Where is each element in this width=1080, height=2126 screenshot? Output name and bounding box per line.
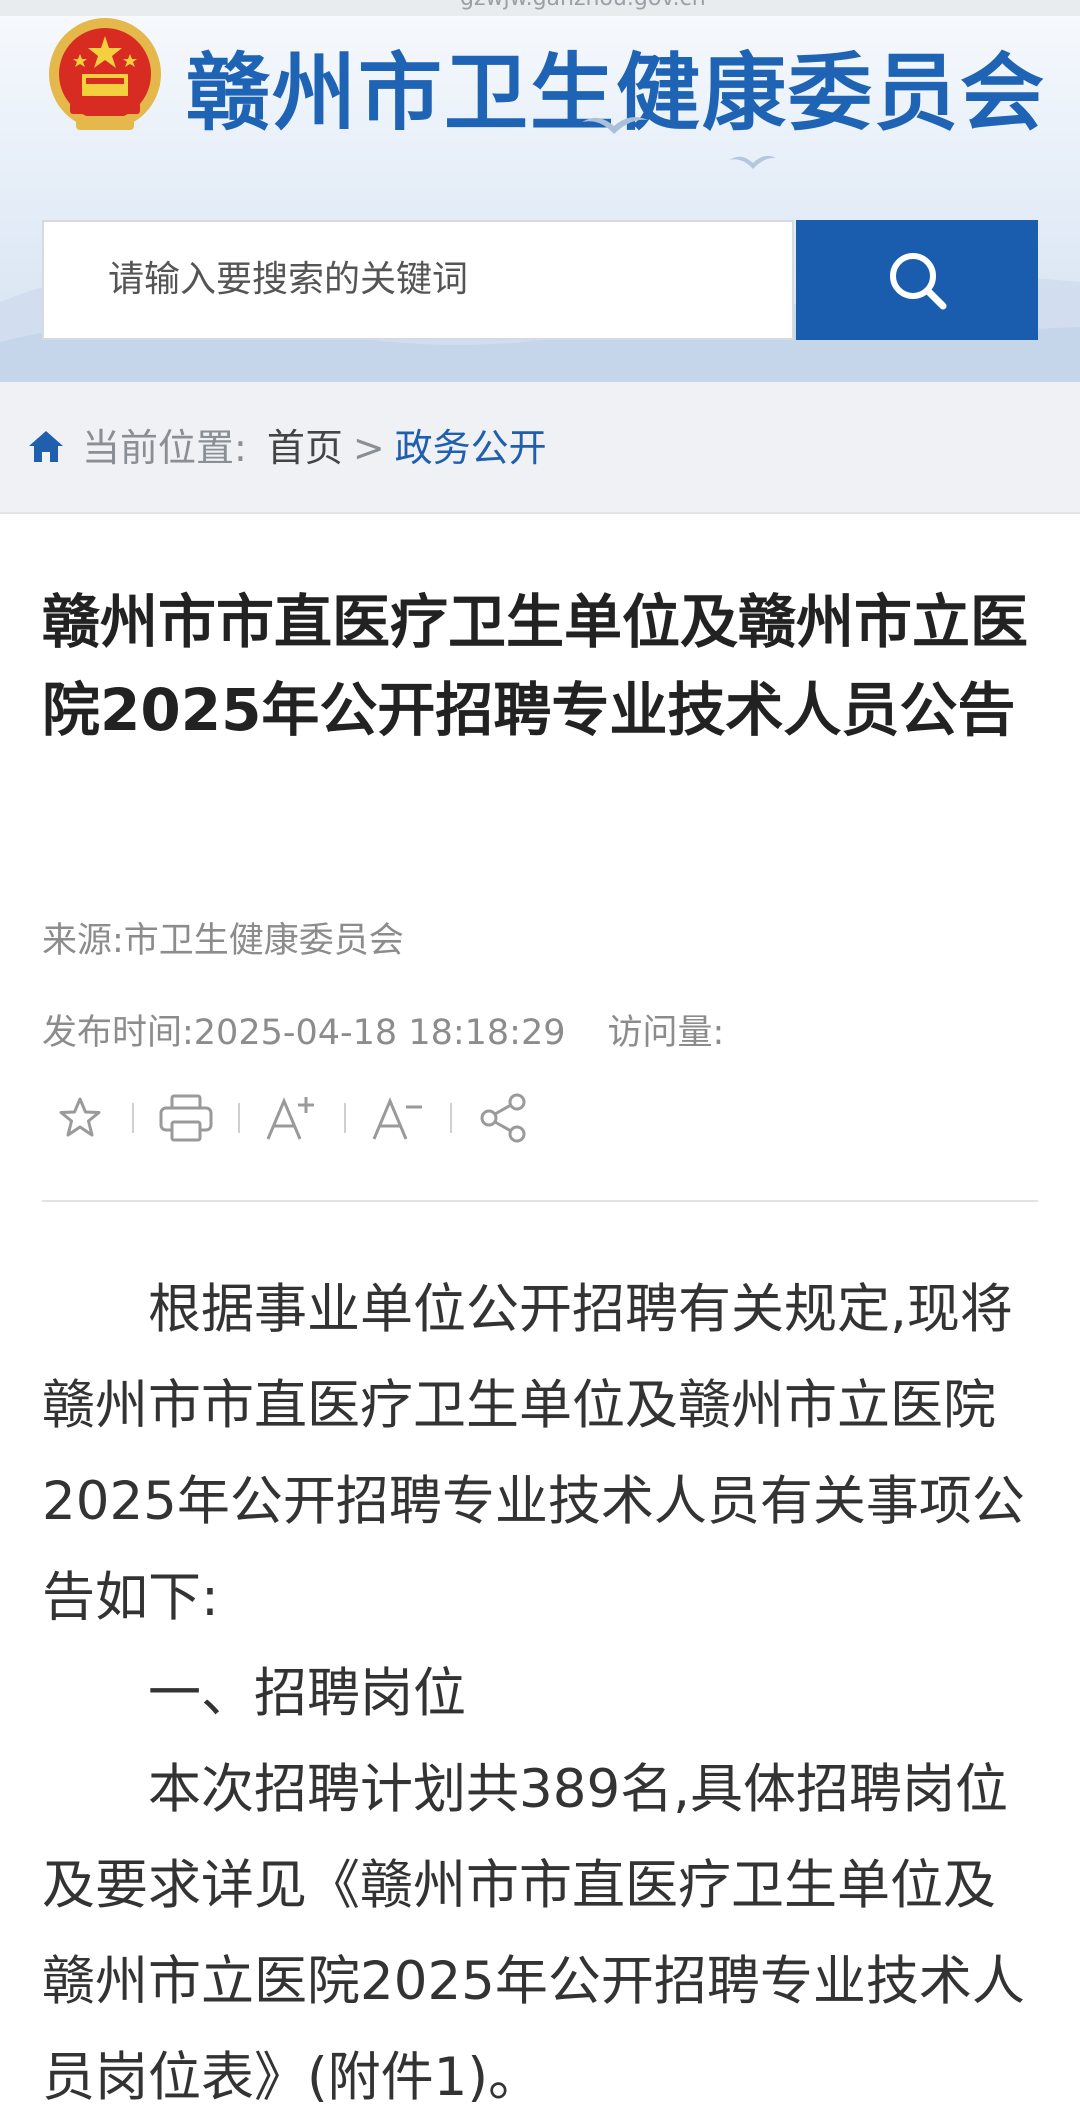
search-icon [890, 253, 947, 310]
national-emblem-icon [49, 18, 161, 130]
breadcrumb-home-link[interactable]: 首页 [267, 426, 343, 470]
article-paragraph: 根据事业单位公开招聘有关规定,现将赣州市市直医疗卫生单位及赣州市立医院2025年… [42, 1279, 1025, 1628]
article-title: 赣州市市直医疗卫生单位及赣州市立医院2025年公开招聘专业技术人员公告 [42, 588, 1029, 744]
search-input[interactable]: 请输入要搜索的关键词 [42, 220, 794, 340]
toolbar-divider [238, 1103, 240, 1133]
publish-time: 发布时间:2025-04-18 18:18:29 [42, 1013, 566, 1053]
search-button[interactable] [796, 220, 1038, 340]
article-section-heading: 一、招聘岗位 [148, 1663, 466, 1724]
visit-count-label: 访问量: [607, 1013, 725, 1053]
site-header: 赣州市卫生健康委员会 请输入要搜索的关键词 [0, 16, 1080, 382]
breadcrumb-current-link[interactable]: 政务公开 [395, 426, 547, 470]
article-source: 来源:市卫生健康委员会 [42, 921, 404, 961]
article-body: 根据事业单位公开招聘有关规定,现将赣州市市直医疗卫生单位及赣州市立医院2025年… [42, 1262, 1042, 2126]
content-divider [42, 1200, 1038, 1202]
toolbar-divider [344, 1103, 346, 1133]
share-icon [480, 1093, 526, 1143]
url-strip: gzwjw.ganzhou.gov.cn [0, 0, 1080, 16]
font-increase-button[interactable] [264, 1086, 320, 1150]
article-toolbar [52, 1086, 532, 1150]
favorite-button[interactable] [52, 1086, 108, 1150]
bird-decoration [582, 117, 648, 134]
breadcrumb-separator: > [352, 426, 385, 470]
article-paragraph: 本次招聘计划共389名,具体招聘岗位及要求详见《赣州市市直医疗卫生单位及赣州市立… [42, 1759, 1025, 2108]
share-button[interactable] [476, 1086, 532, 1150]
font-decrease-icon [372, 1097, 422, 1140]
bird-decoration [730, 155, 776, 169]
breadcrumb-label: 当前位置: [82, 426, 247, 470]
star-icon [59, 1097, 101, 1137]
print-icon [159, 1094, 213, 1142]
home-icon [29, 431, 63, 462]
toolbar-divider [450, 1103, 452, 1133]
toolbar-divider [132, 1103, 134, 1133]
font-decrease-button[interactable] [370, 1086, 426, 1150]
article-meta: 发布时间:2025-04-18 18:18:29 访问量: [42, 1004, 724, 1055]
print-button[interactable] [158, 1086, 214, 1150]
breadcrumb: 当前位置: 首页 > 政务公开 [0, 382, 1080, 514]
font-increase-icon [266, 1097, 314, 1140]
url-text: gzwjw.ganzhou.gov.cn [460, 0, 706, 11]
